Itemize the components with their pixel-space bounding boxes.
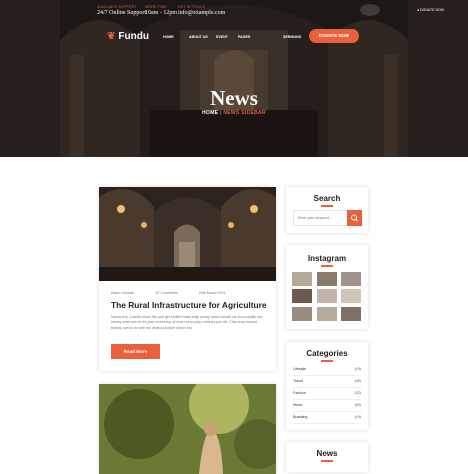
title-underline xyxy=(321,460,333,462)
post-image[interactable] xyxy=(99,187,276,281)
instagram-photo[interactable] xyxy=(292,307,312,321)
instagram-photo[interactable] xyxy=(317,307,337,321)
nav-about[interactable]: ABOUT US xyxy=(189,35,208,39)
nav-home[interactable]: HOME xyxy=(163,35,174,39)
email-value[interactable]: info@example.com xyxy=(178,10,225,16)
instagram-photo[interactable] xyxy=(317,272,337,286)
post-author[interactable]: Adam Hossain xyxy=(111,291,134,295)
search-input[interactable] xyxy=(294,211,348,225)
top-info-bar: AVAILABLE SUPPORT 24/7 Online Support WO… xyxy=(0,0,468,24)
search-box xyxy=(293,210,362,226)
category-count: (32) xyxy=(354,391,361,395)
post-date: 24th March 2021 xyxy=(198,291,226,295)
lock-icon: ● xyxy=(417,8,420,12)
breadcrumb: HOME | NEWS SIDEBAR xyxy=(0,110,468,116)
blog-post-card: Adam Hossain 30 Comments 24th March 2021… xyxy=(99,187,276,371)
post-title[interactable]: The Rural Infrastructure for Agriculture xyxy=(111,300,267,310)
post-image[interactable] xyxy=(99,384,276,474)
category-count: (19) xyxy=(354,367,361,371)
instagram-photo[interactable] xyxy=(341,307,361,321)
category-item[interactable]: Travel (45) xyxy=(293,376,361,388)
instagram-widget: Instagram xyxy=(286,245,368,329)
page-title: News xyxy=(210,86,258,110)
read-more-button[interactable]: Read More xyxy=(111,344,160,359)
title-underline xyxy=(321,265,333,267)
category-count: (29) xyxy=(354,403,361,407)
logo-text: Fundu xyxy=(118,31,149,42)
nav-pages[interactable]: PAGES xyxy=(238,35,250,39)
category-item[interactable]: Lifestyle (19) xyxy=(293,364,361,376)
title-underline xyxy=(321,360,333,362)
category-item[interactable]: Music (29) xyxy=(293,400,361,412)
category-name: Travel xyxy=(293,379,303,383)
site-logo[interactable]: ❦ Fundu xyxy=(107,31,149,42)
category-item[interactable]: Branding (19) xyxy=(293,412,361,424)
support-info: AVAILABLE SUPPORT 24/7 Online Support xyxy=(97,5,146,16)
hero-banner: AVAILABLE SUPPORT 24/7 Online Support WO… xyxy=(0,0,468,157)
post-meta: Adam Hossain 30 Comments 24th March 2021 xyxy=(111,291,246,295)
instagram-widget-title: Instagram xyxy=(307,254,347,263)
search-widget: Search xyxy=(286,187,368,233)
category-count: (45) xyxy=(354,379,361,383)
category-name: Music xyxy=(293,403,303,407)
category-name: Lifestyle xyxy=(293,367,307,371)
news-widget-title: News xyxy=(316,449,338,458)
post-excerpt: Nancy boy Charles down the pub get stuff… xyxy=(111,315,264,330)
search-icon xyxy=(351,214,358,222)
instagram-photo[interactable] xyxy=(292,272,312,286)
nav-sermons[interactable]: SERMONS xyxy=(283,35,301,39)
search-widget-title: Search xyxy=(313,194,341,203)
flame-icon: ❦ xyxy=(107,31,116,42)
instagram-photo[interactable] xyxy=(317,289,337,303)
email-info: GET IN TOUCH info@example.com xyxy=(178,5,225,16)
work-info: WORK TIME 10am - 12pm xyxy=(145,5,177,16)
nav-event[interactable]: EVENT xyxy=(216,35,228,39)
donate-button[interactable]: DONATE NOW xyxy=(309,29,359,43)
breadcrumb-home[interactable]: HOME xyxy=(202,110,218,116)
breadcrumb-current: NEWS SIDEBAR xyxy=(223,110,266,116)
post-comments[interactable]: 30 Comments xyxy=(155,291,177,295)
topbar-social[interactable]: ● DONATE NOW xyxy=(417,8,444,12)
instagram-photo[interactable] xyxy=(292,289,312,303)
email-label: GET IN TOUCH xyxy=(178,5,206,9)
title-underline xyxy=(321,205,333,207)
topbar-social-label: DONATE NOW xyxy=(420,8,444,12)
category-name: Branding xyxy=(293,415,308,419)
support-value: 24/7 Online Support xyxy=(97,10,146,16)
search-button[interactable] xyxy=(347,210,362,226)
categories-widget-title: Categories xyxy=(306,349,348,358)
category-count: (19) xyxy=(354,415,361,419)
blog-post-card xyxy=(99,384,276,474)
category-item[interactable]: Fashion (32) xyxy=(293,388,361,400)
categories-widget: Categories Lifestyle (19) Travel (45) Fa… xyxy=(286,342,368,430)
work-label: WORK TIME xyxy=(145,5,167,9)
work-value: 10am - 12pm xyxy=(145,10,177,16)
instagram-photo[interactable] xyxy=(341,272,361,286)
category-name: Fashion xyxy=(293,391,306,395)
support-label: AVAILABLE SUPPORT xyxy=(97,5,137,9)
instagram-photo[interactable] xyxy=(341,289,361,303)
